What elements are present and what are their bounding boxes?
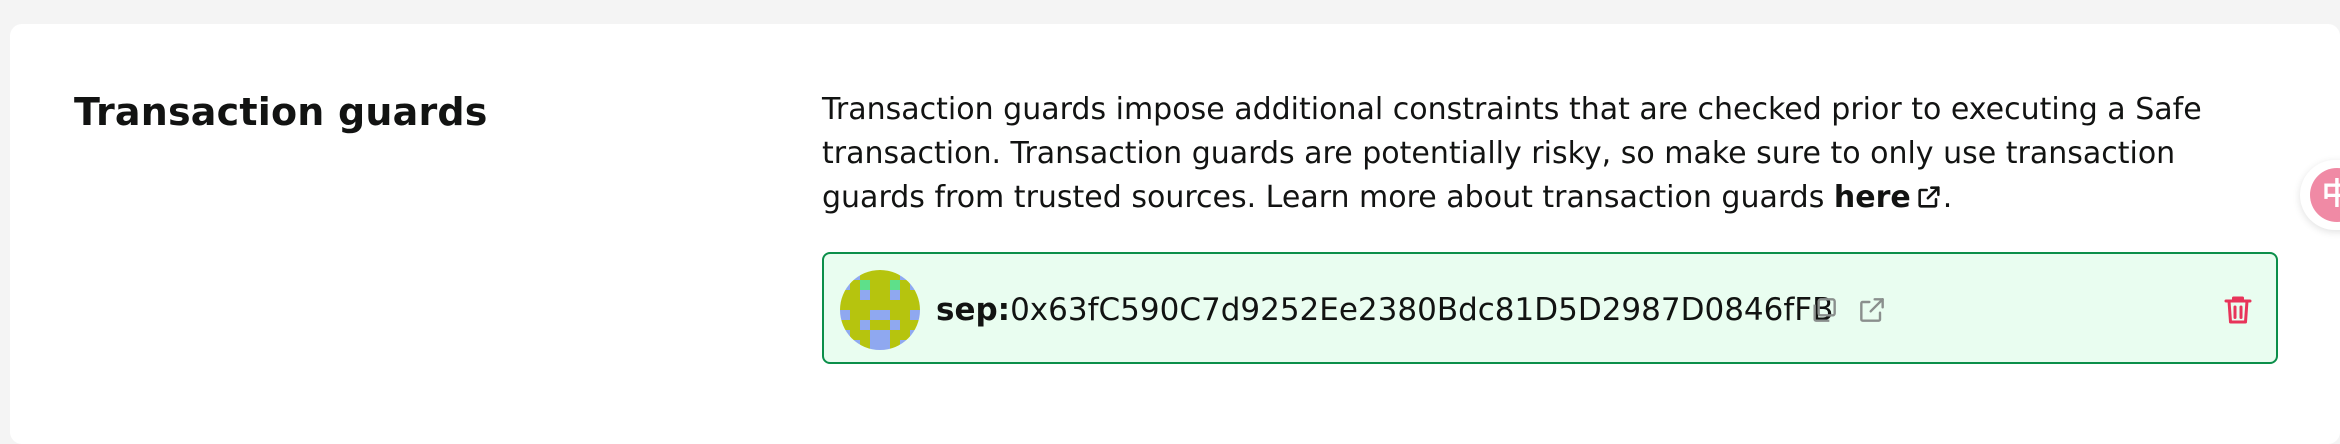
trash-icon[interactable] — [2220, 292, 2256, 328]
guard-address: sep:0x63fC590C7d9252Ee2380Bdc81D5D2987D0… — [936, 290, 1833, 330]
learn-more-link[interactable]: here — [1834, 180, 1943, 215]
chain-prefix: sep: — [936, 292, 1011, 328]
settings-card: Transaction guards Transaction guards im… — [10, 24, 2340, 444]
identicon-avatar — [840, 270, 920, 350]
guard-address-row: sep:0x63fC590C7d9252Ee2380Bdc81D5D2987D0… — [822, 252, 2278, 364]
copy-icon[interactable] — [1808, 294, 1840, 326]
external-link-icon[interactable] — [1856, 294, 1888, 326]
address-text: 0x63fC590C7d9252Ee2380Bdc81D5D2987D0846f… — [1010, 292, 1834, 328]
translate-icon: 中 — [2310, 168, 2340, 222]
external-link-icon — [1918, 186, 1940, 208]
learn-more-link-text: here — [1833, 180, 1911, 215]
section-description: Transaction guards impose additional con… — [822, 88, 2282, 220]
description-text: Transaction guards impose additional con… — [822, 92, 2202, 215]
description-suffix: . — [1942, 180, 1953, 215]
section-title: Transaction guards — [74, 90, 488, 134]
